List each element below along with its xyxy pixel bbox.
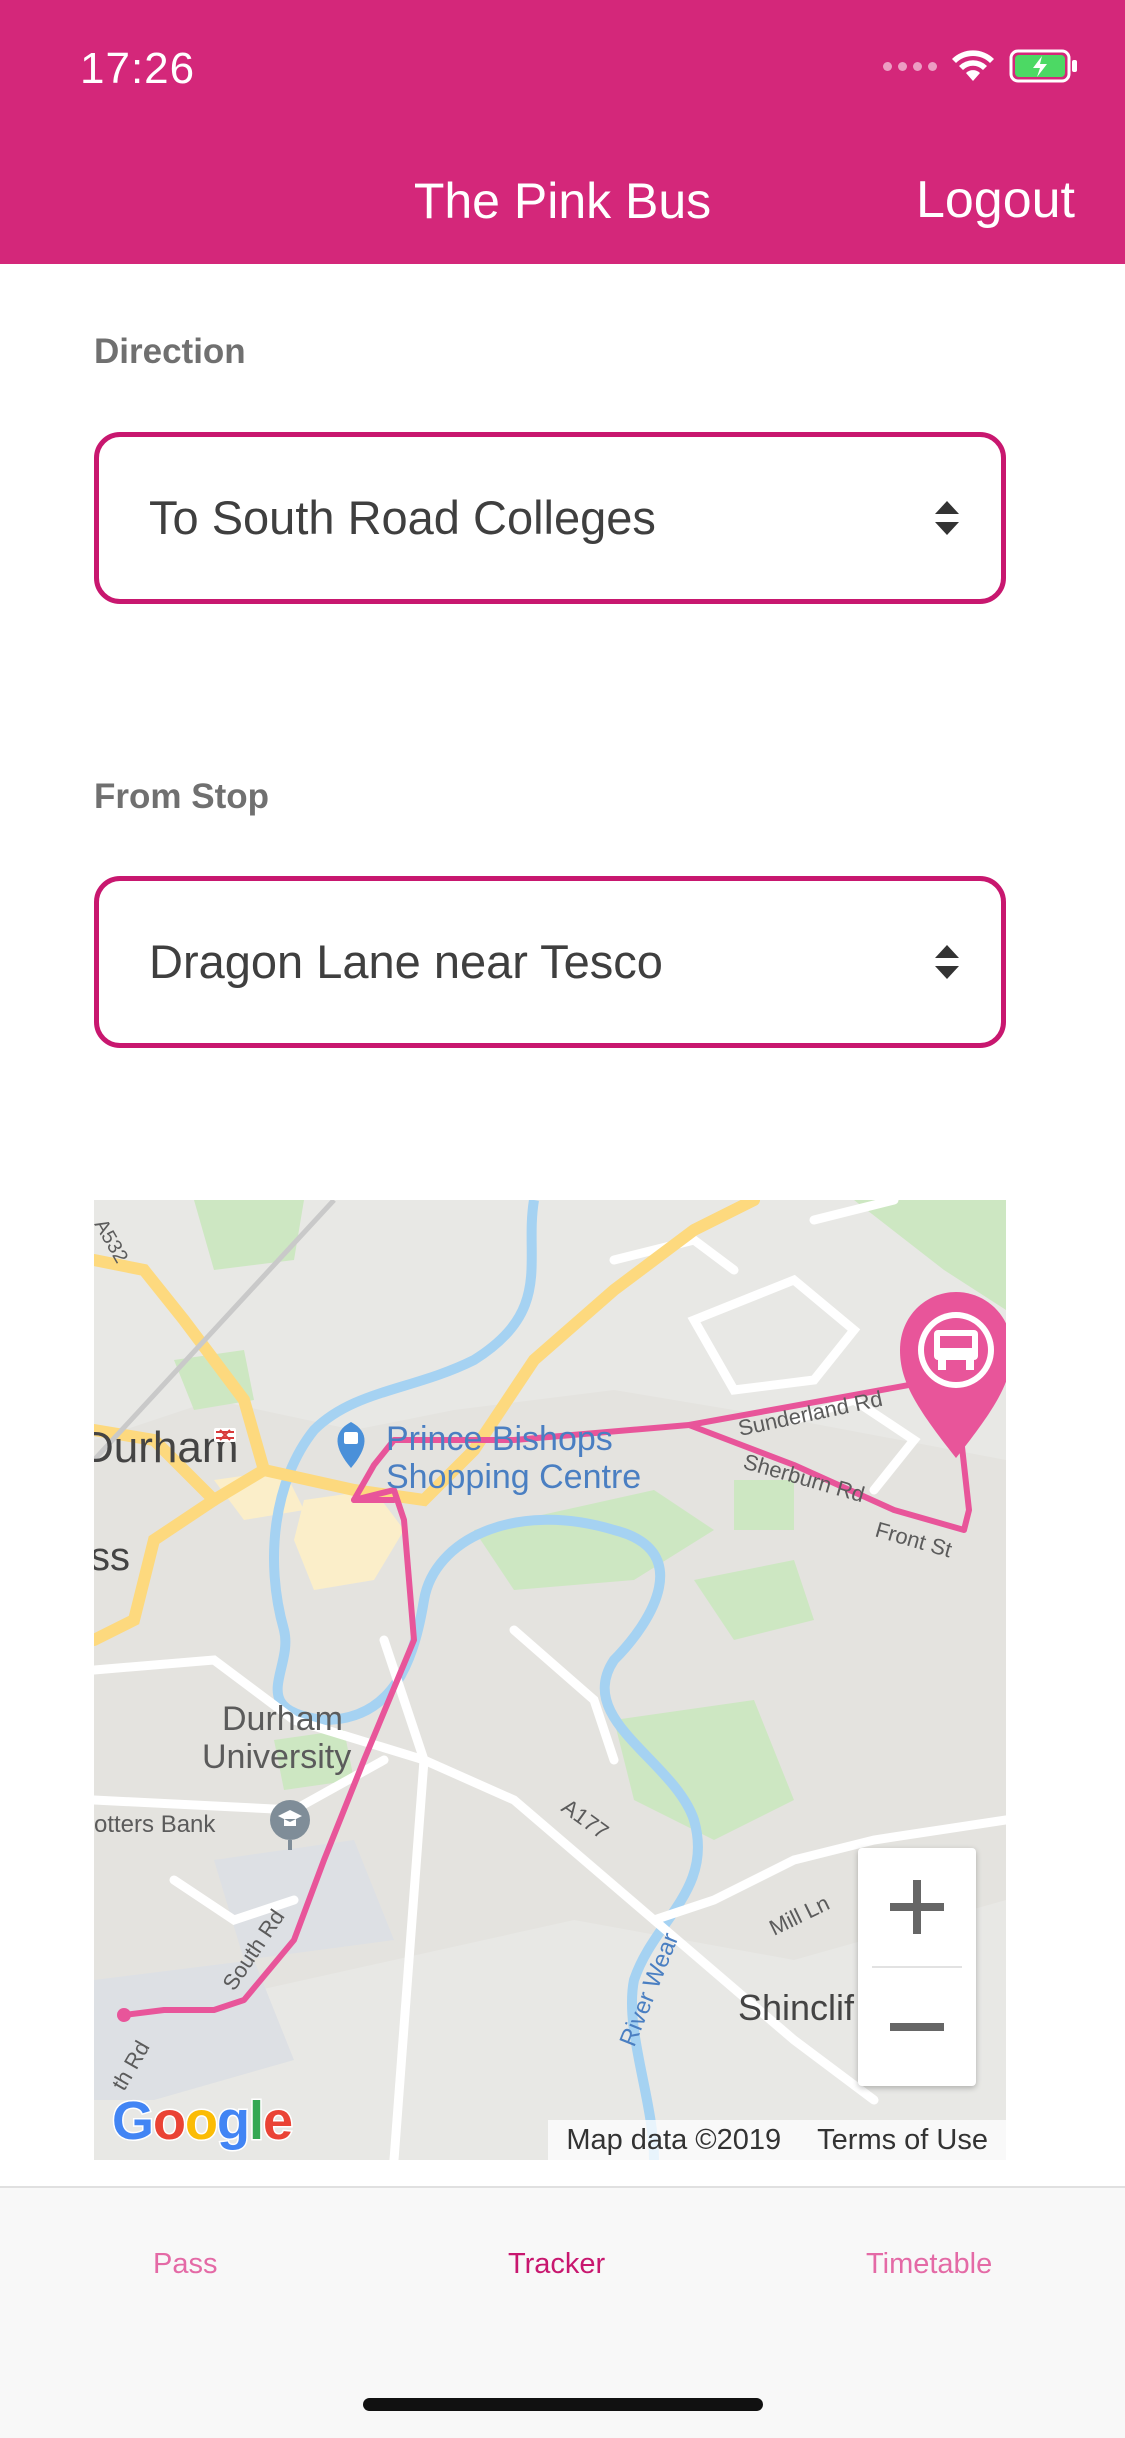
- plus-icon: [890, 1880, 944, 1934]
- app-header: 17:26 The Pink Bus Logout: [0, 0, 1125, 264]
- tab-timetable[interactable]: Timetable: [866, 2248, 992, 2281]
- signal-icon: [883, 61, 937, 71]
- terms-of-use-link[interactable]: Terms of Use: [817, 2124, 988, 2157]
- battery-icon: [1009, 49, 1077, 83]
- zoom-out-button[interactable]: [858, 1968, 976, 2086]
- status-time: 17:26: [80, 44, 196, 93]
- zoom-in-button[interactable]: [858, 1848, 976, 1966]
- direction-select[interactable]: To South Road Colleges: [94, 432, 1006, 604]
- google-logo: Google: [110, 2090, 294, 2153]
- home-indicator[interactable]: [363, 2398, 763, 2411]
- tab-pass[interactable]: Pass: [153, 2248, 217, 2281]
- railway-station-icon: [214, 1428, 236, 1442]
- tab-tracker[interactable]: Tracker: [508, 2248, 605, 2281]
- select-arrows-icon: [935, 945, 959, 979]
- map-label-shincliffe: Shinclif: [738, 1987, 855, 2028]
- map-label-potters-bank: otters Bank: [94, 1811, 216, 1838]
- zoom-controls: [858, 1848, 976, 2086]
- from-stop-select[interactable]: Dragon Lane near Tesco: [94, 876, 1006, 1048]
- map-label-prince-bishops-1: Prince Bishops: [386, 1420, 613, 1458]
- logout-button[interactable]: Logout: [916, 170, 1075, 230]
- map-label-durham-uni-2: University: [202, 1738, 351, 1776]
- status-icons: [883, 46, 1079, 86]
- from-stop-label: From Stop: [94, 777, 269, 816]
- select-arrows-icon: [935, 501, 959, 535]
- map-attribution: Map data ©2019 Terms of Use: [548, 2120, 1006, 2160]
- from-stop-selected-value: Dragon Lane near Tesco: [149, 935, 663, 988]
- minus-icon: [890, 2023, 944, 2031]
- route-map[interactable]: Durham ss Durham University Prince Bisho…: [94, 1200, 1006, 2160]
- direction-label: Direction: [94, 332, 246, 371]
- map-label-prince-bishops-2: Shopping Centre: [386, 1458, 641, 1496]
- map-label-durham-uni-1: Durham: [222, 1700, 343, 1738]
- bus-stop-marker-icon[interactable]: [900, 1292, 1006, 1458]
- map-label-ss: ss: [94, 1535, 130, 1579]
- map-data-credit: Map data ©2019: [566, 2123, 782, 2156]
- wifi-icon: [952, 50, 994, 81]
- direction-selected-value: To South Road Colleges: [149, 491, 656, 544]
